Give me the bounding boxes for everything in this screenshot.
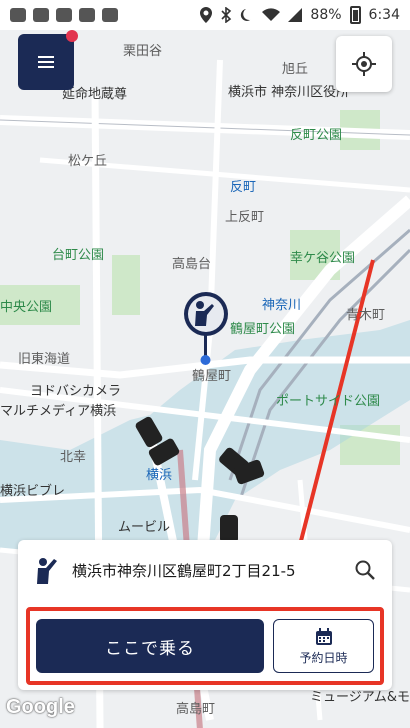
bluetooth-icon [221, 7, 232, 23]
locate-button[interactable] [336, 36, 392, 92]
map-label: 横浜 [146, 468, 173, 483]
address-row[interactable]: 横浜市神奈川区鶴屋町2丁目21-5 [18, 540, 392, 600]
moon-icon [241, 9, 253, 21]
chat-icon [10, 8, 26, 22]
map-label: 神奈川 [262, 298, 302, 313]
status-bar: 88% 6:34 [0, 0, 410, 30]
map-label: 栗田谷 [123, 44, 163, 59]
map-label: ムービル [118, 520, 171, 535]
mail-icon [102, 8, 118, 22]
reserve-datetime-button[interactable]: 予約日時 [273, 619, 374, 673]
map-label: 台町公園 [52, 248, 105, 263]
battery-icon [349, 6, 361, 24]
map-label: 旭丘 [282, 62, 309, 77]
crosshair-icon [352, 52, 376, 76]
calendar-icon [315, 627, 332, 645]
map-label: ポートサイド公園 [276, 394, 381, 409]
map-label: 鶴屋町公園 [230, 322, 296, 337]
map-label: 横浜市 神奈川区役所 [228, 85, 350, 100]
map-label: 高島台 [172, 257, 212, 272]
search-icon[interactable] [354, 559, 376, 581]
map-label: 横浜ビブレ [0, 484, 66, 499]
hamburger-icon [38, 56, 54, 68]
pickup-address: 横浜市神奈川区鶴屋町2丁目21-5 [72, 561, 296, 580]
reserve-label: 予約日時 [299, 650, 348, 665]
wifi-icon [262, 8, 281, 21]
map-label: 旧東海道 [18, 352, 71, 367]
menu-button[interactable] [18, 30, 78, 90]
person-hailing-icon [37, 558, 57, 584]
system-icons: 88% 6:34 [200, 6, 400, 24]
map-label: マルチメディア横浜 [0, 404, 117, 419]
location-icon [200, 7, 213, 23]
map-label: 反町 [230, 180, 257, 195]
signal-icon [288, 8, 303, 22]
map-label: 青木町 [346, 308, 386, 323]
map-label: 幸ケ谷公園 [290, 251, 356, 266]
line-icon [56, 8, 72, 22]
map-label: 上反町 [225, 210, 265, 225]
map-label: ヨドバシカメラ [30, 384, 122, 399]
pickup-pin[interactable] [182, 290, 230, 370]
news-icon [33, 8, 49, 22]
notification-badge [66, 30, 78, 42]
image-icon [79, 8, 95, 22]
battery-percent: 88% [310, 7, 342, 23]
clock: 6:34 [368, 7, 400, 23]
map-label: 北幸 [60, 450, 87, 465]
notification-icons [10, 8, 118, 22]
ride-here-button[interactable]: ここで乗る [36, 619, 264, 673]
google-logo: Google [6, 696, 75, 718]
map-label: 中央公園 [0, 300, 53, 315]
map-label: 高島町 [176, 702, 216, 717]
map-label: 松ケ丘 [68, 154, 108, 169]
map-label: 反町公園 [290, 128, 343, 143]
